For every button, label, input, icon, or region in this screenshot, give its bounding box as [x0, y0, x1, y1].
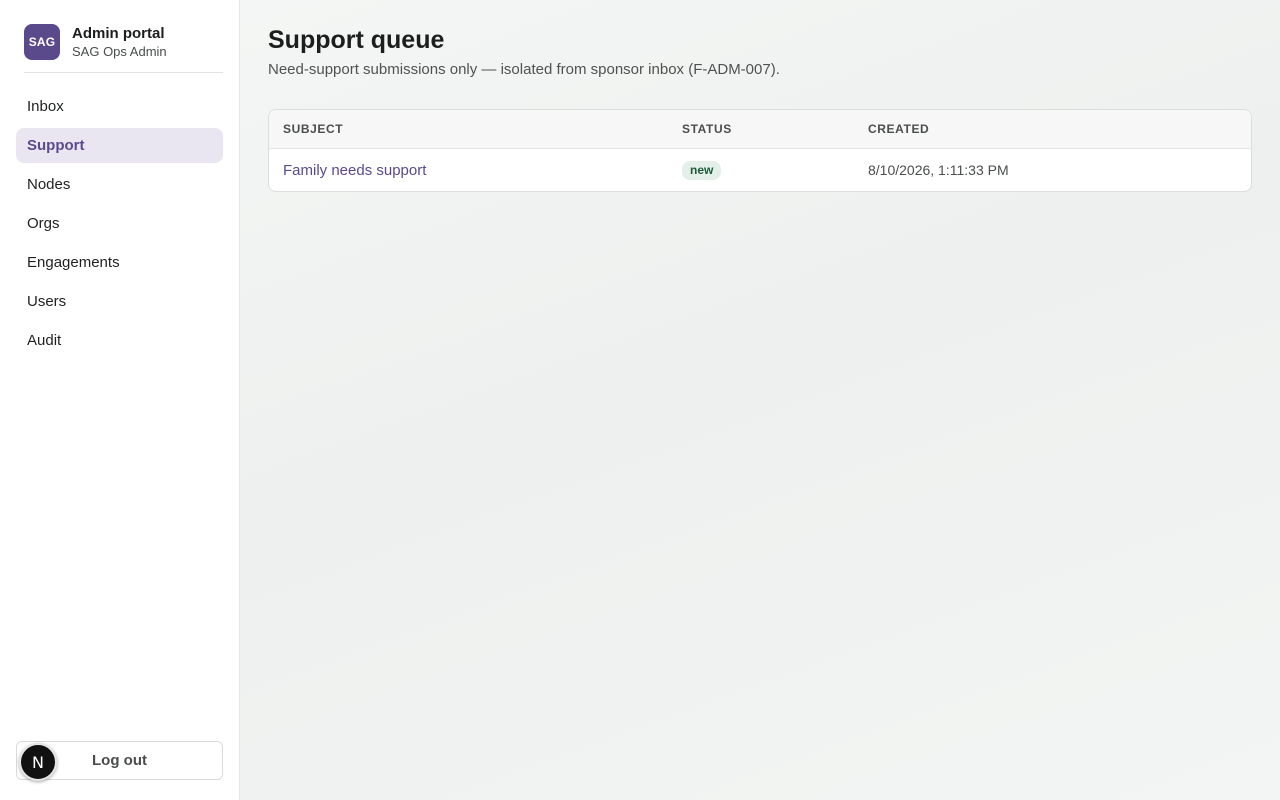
page-subtitle: Need-support submissions only — isolated… [268, 61, 780, 78]
sidebar-item-users[interactable]: Users [16, 284, 223, 319]
main-content: Support queue Need-support submissions o… [240, 0, 1280, 800]
row-created-cell: 8/10/2026, 1:11:33 PM [868, 162, 1009, 178]
sidebar-item-nodes[interactable]: Nodes [16, 167, 223, 202]
subject-link[interactable]: Family needs support [283, 162, 426, 179]
brand-text: Admin portal SAG Ops Admin [72, 25, 167, 60]
sidebar-item-orgs[interactable]: Orgs [16, 206, 223, 241]
sidebar: SAG Admin portal SAG Ops Admin Inbox Sup… [0, 0, 240, 800]
row-subject-cell: Family needs support [269, 162, 682, 179]
app-title: Admin portal [72, 24, 165, 42]
row-status-cell: new [682, 160, 868, 180]
sidebar-item-support[interactable]: Support [16, 128, 223, 163]
table-row[interactable]: Family needs support new 8/10/2026, 1:11… [269, 149, 1251, 191]
page-title: Support queue [268, 26, 445, 54]
dev-indicator-button[interactable]: N [19, 743, 57, 781]
header-created[interactable]: CREATED [868, 122, 1251, 136]
header-subject[interactable]: SUBJECT [269, 122, 682, 136]
sidebar-divider [24, 72, 223, 73]
sidebar-item-audit[interactable]: Audit [16, 323, 223, 358]
support-table: SUBJECT STATUS CREATED Family needs supp… [268, 109, 1252, 192]
app-subtitle: SAG Ops Admin [72, 43, 167, 59]
header-status[interactable]: STATUS [682, 122, 868, 136]
table-header: SUBJECT STATUS CREATED [269, 110, 1251, 149]
brand-logo: SAG [24, 24, 60, 60]
sidebar-nav: Inbox Support Nodes Orgs Engagements Use… [16, 89, 223, 358]
status-badge: new [682, 160, 722, 180]
brand: SAG Admin portal SAG Ops Admin [24, 24, 223, 60]
sidebar-item-inbox[interactable]: Inbox [16, 89, 223, 124]
sidebar-item-engagements[interactable]: Engagements [16, 245, 223, 280]
